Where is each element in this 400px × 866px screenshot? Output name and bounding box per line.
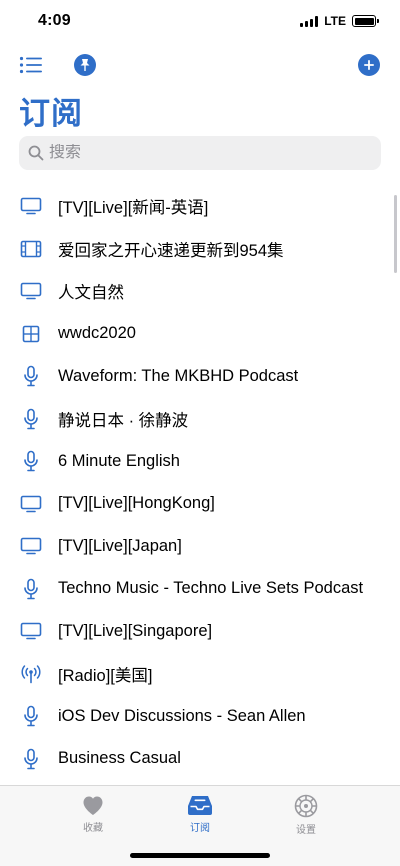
list-item[interactable]: [TV][Live][Japan] [0, 525, 400, 568]
tab-bar: 收藏 订阅 设置 [0, 785, 400, 866]
tab-settings-label: 设置 [296, 825, 316, 836]
status-bar: 4:09 LTE [0, 0, 400, 46]
search-icon [28, 145, 44, 161]
signal-icon [300, 15, 319, 27]
list-item-label: 人文自然 [58, 284, 124, 303]
status-time: 4:09 [38, 12, 71, 29]
list-item-label: Techno Music - Techno Live Sets Podcast [58, 579, 364, 598]
list-item[interactable]: [Radio][美国] [0, 653, 400, 696]
search-input[interactable] [49, 144, 349, 162]
mic-icon [19, 364, 43, 388]
mic-icon [19, 704, 43, 728]
plus-icon [358, 54, 380, 76]
battery-icon [352, 15, 379, 27]
mic-icon [19, 577, 43, 601]
list-item-label: [TV][Live][Singapore] [58, 621, 213, 640]
subscription-list: [TV][Live][新闻-英语] 爱回家之开心速递更新到954集 人文自然 wwdc… [0, 185, 400, 780]
search-bar[interactable] [19, 136, 381, 170]
add-button[interactable] [356, 52, 382, 78]
list-item[interactable]: [TV][Live][HongKong] [0, 483, 400, 526]
tab-subscriptions[interactable]: 订阅 [165, 794, 235, 834]
list-item-label: 静说日本 · 徐静波 [58, 411, 189, 430]
tab-settings[interactable]: 设置 [271, 794, 341, 836]
list-item[interactable]: Techno Music - Techno Live Sets Podcast [0, 568, 400, 611]
tv-icon [19, 279, 43, 303]
scroll-indicator [394, 195, 397, 273]
list-item[interactable]: Business Casual [0, 738, 400, 781]
tab-favorites-label: 收藏 [83, 823, 103, 834]
tab-subscriptions-label: 订阅 [190, 823, 210, 834]
list-item[interactable]: wwdc2020 [0, 313, 400, 356]
list-item-label: [Radio][美国] [58, 666, 153, 685]
list-item-label: [TV][Live][新闻-英语] [58, 199, 209, 218]
home-indicator [130, 853, 270, 858]
pin-button[interactable] [72, 52, 98, 78]
list-item-label: Business Casual [58, 749, 181, 768]
tab-favorites[interactable]: 收藏 [58, 794, 128, 834]
mic-icon [19, 747, 43, 771]
pin-icon [74, 54, 96, 76]
list-item-label: 6 Minute English [58, 451, 180, 470]
list-item[interactable]: [TV][Live][Singapore] [0, 610, 400, 653]
list-menu-button[interactable] [18, 52, 44, 78]
list-item[interactable]: 人文自然 [0, 270, 400, 313]
list-item[interactable]: 6 Minute English [0, 440, 400, 483]
list-item[interactable]: [TV][Live][新闻-英语] [0, 185, 400, 228]
list-item[interactable]: iOS Dev Discussions - Sean Allen [0, 695, 400, 738]
gear-icon [294, 794, 318, 818]
heart-icon [83, 796, 103, 815]
tv-icon [19, 619, 43, 643]
list-icon [19, 56, 42, 74]
list-item-label: [TV][Live][Japan] [58, 536, 182, 555]
list-item-label: [TV][Live][HongKong] [58, 494, 215, 513]
list-item-label: 爱回家之开心速递更新到954集 [58, 241, 284, 260]
status-indicators: LTE [300, 14, 379, 28]
list-item[interactable]: 静说日本 · 徐静波 [0, 398, 400, 441]
list-item-label: Waveform: The MKBHD Podcast [58, 366, 299, 385]
list-item-label: wwdc2020 [58, 324, 136, 343]
list-item[interactable]: 爱回家之开心速递更新到954集 [0, 228, 400, 271]
list-item-label: iOS Dev Discussions - Sean Allen [58, 706, 306, 725]
grid-icon [19, 322, 43, 346]
tv-icon [19, 194, 43, 218]
page-title: 订阅 [19, 96, 83, 131]
inbox-tray-icon [188, 796, 212, 815]
radio-icon [19, 662, 43, 686]
navigation-toolbar [0, 50, 400, 80]
network-label: LTE [324, 14, 346, 28]
tv-icon [19, 534, 43, 558]
tv-icon [19, 492, 43, 516]
mic-icon [19, 407, 43, 431]
mic-icon [19, 449, 43, 473]
list-item[interactable]: Waveform: The MKBHD Podcast [0, 355, 400, 398]
film-icon [19, 237, 43, 261]
